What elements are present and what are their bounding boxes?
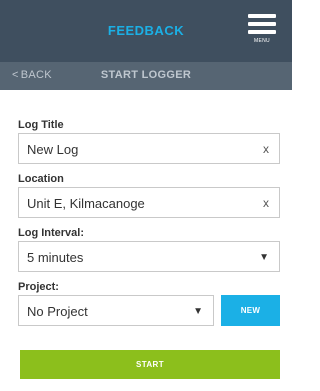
hamburger-menu-icon-bar: [248, 30, 276, 34]
hamburger-menu-icon-bar: [248, 22, 276, 26]
location-value: Unit E, Kilmacanoge: [27, 196, 145, 211]
project-select[interactable]: No Project ▼: [18, 295, 214, 326]
location-label: Location: [18, 173, 64, 185]
project-row: No Project ▼ NEW: [18, 295, 280, 326]
log-title-value: New Log: [27, 142, 79, 157]
log-interval-select[interactable]: 5 minutes ▼: [18, 241, 280, 272]
sub-header: < BACK START LOGGER: [0, 62, 292, 90]
new-project-button[interactable]: NEW: [221, 295, 280, 326]
dropdown-arrow-icon: ▼: [193, 306, 203, 317]
project-value: No Project: [27, 304, 88, 319]
start-button[interactable]: START: [20, 350, 280, 379]
clear-icon[interactable]: x: [263, 196, 269, 210]
logger-form: Log Title New Log x Location Unit E, Kil…: [18, 118, 280, 326]
menu-label: MENU: [254, 38, 270, 44]
clear-icon[interactable]: x: [263, 142, 269, 156]
start-logger-screen: FEEDBACK MENU < BACK START LOGGER Log Tit…: [0, 0, 292, 391]
project-label: Project:: [18, 281, 59, 293]
page-title: START LOGGER: [100, 69, 192, 81]
log-title-field[interactable]: New Log x: [18, 133, 280, 164]
location-field[interactable]: Unit E, Kilmacanoge x: [18, 187, 280, 218]
menu-button[interactable]: MENU: [248, 14, 276, 48]
hamburger-menu-icon: [248, 14, 276, 18]
log-interval-value: 5 minutes: [27, 250, 84, 265]
dropdown-arrow-icon: ▼: [259, 252, 269, 263]
log-title-label: Log Title: [18, 119, 64, 131]
log-interval-label: Log Interval:: [18, 227, 85, 239]
top-bar: FEEDBACK MENU: [0, 0, 292, 62]
